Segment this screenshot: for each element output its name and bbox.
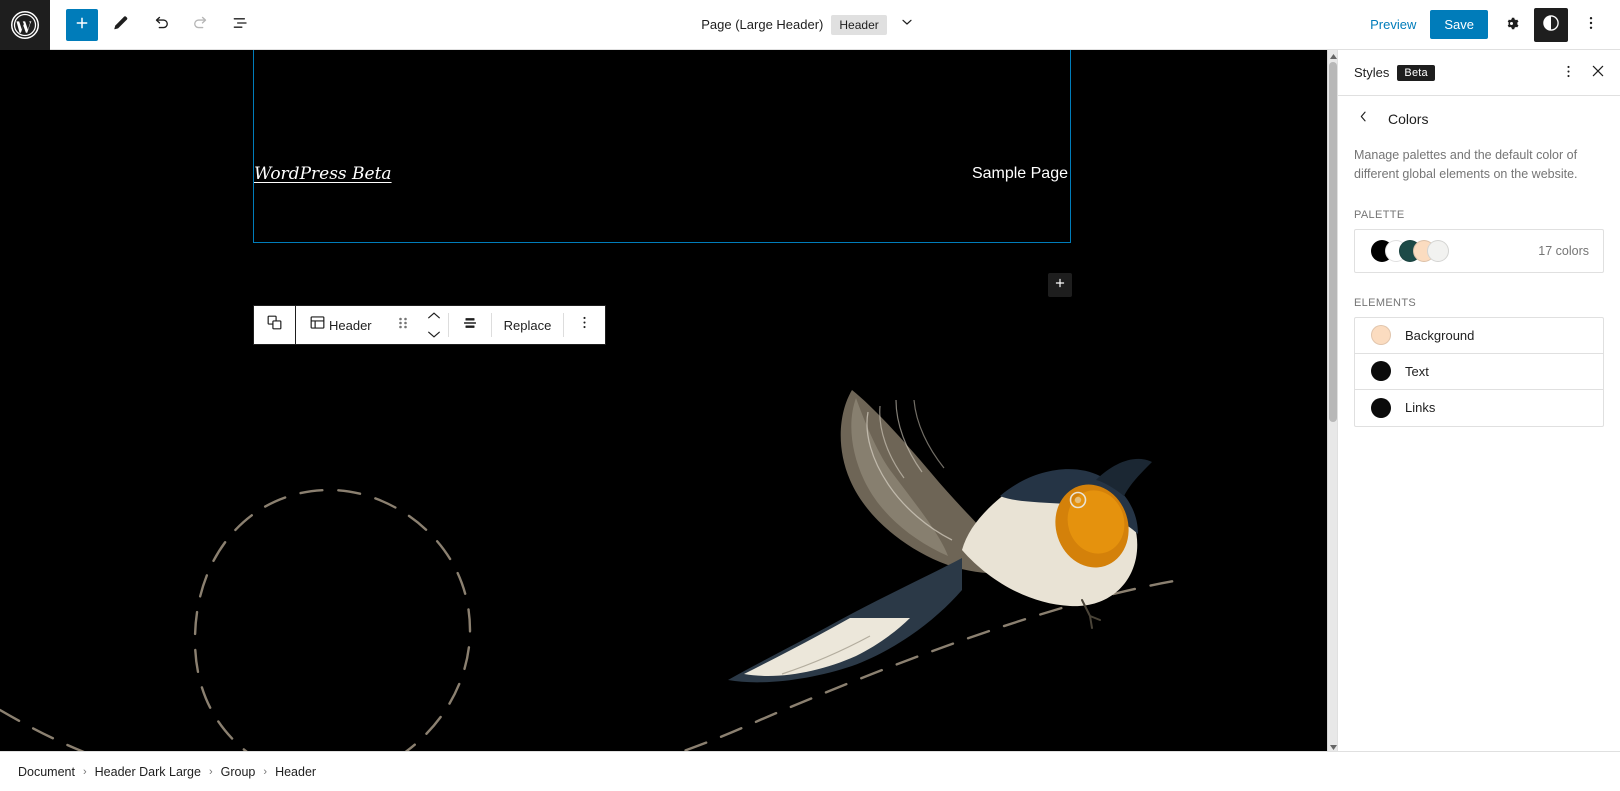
more-vertical-icon [1582, 14, 1600, 35]
color-dot-links [1371, 397, 1391, 418]
styles-sidebar: Styles Beta Colors Manage palettes and t… [1337, 50, 1620, 751]
sidebar-navigation: Colors [1338, 96, 1620, 138]
breadcrumb-item-header-dark-large[interactable]: Header Dark Large [95, 765, 201, 779]
palette-swatches [1371, 239, 1449, 262]
sidebar-description: Manage palettes and the default color of… [1354, 148, 1578, 182]
palette-swatch [1427, 239, 1449, 262]
styles-button[interactable] [1534, 7, 1568, 42]
chevron-up-icon [426, 307, 442, 325]
list-view-icon [231, 13, 251, 36]
sidebar-header-actions [1554, 59, 1612, 87]
undo-icon [151, 13, 171, 36]
contrast-half-circle-icon [1541, 13, 1561, 36]
element-label: Text [1405, 363, 1429, 379]
canvas-content: WordPress Beta Sample Page Header Replac… [0, 50, 1327, 751]
chevron-down-icon [426, 326, 442, 344]
pencil-icon [111, 13, 131, 36]
select-parent-block-icon [265, 313, 284, 337]
header-block-icon [308, 313, 327, 337]
breadcrumb-separator: › [82, 765, 87, 778]
sidebar-close-button[interactable] [1584, 59, 1612, 87]
breadcrumb-separator: › [263, 765, 268, 778]
breadcrumb-bar: Document › Header Dark Large › Group › H… [0, 751, 1620, 791]
palette-count-label: 17 colors [1538, 243, 1589, 258]
redo-icon [191, 13, 211, 36]
document-dropdown-button[interactable] [895, 10, 919, 39]
editor-root: Page (Large Header) Header Preview Save [0, 0, 1620, 791]
element-row-links[interactable]: Links [1355, 390, 1603, 426]
breadcrumb-item-document[interactable]: Document [18, 765, 75, 779]
bird-illustration [728, 390, 1152, 683]
breadcrumb-separator: › [208, 765, 213, 778]
header-artwork [0, 390, 1182, 751]
sidebar-header: Styles Beta [1338, 50, 1620, 96]
vertical-align-button[interactable] [449, 306, 491, 344]
element-label: Links [1405, 400, 1436, 416]
scroll-up-button[interactable] [1328, 50, 1337, 60]
sidebar-back-button[interactable] [1352, 108, 1374, 130]
elements-card: Background Text Links [1354, 316, 1604, 427]
block-toolbar: Header Replace [253, 305, 607, 345]
drag-handle-icon [396, 314, 410, 337]
select-parent-block-button[interactable] [254, 306, 296, 344]
color-dot-text [1371, 361, 1391, 382]
gear-icon [1502, 14, 1521, 36]
sidebar-panel-title: Colors [1388, 111, 1429, 127]
nav-link-sample-page[interactable]: Sample Page [972, 165, 1068, 183]
settings-button[interactable] [1494, 8, 1528, 42]
element-row-background[interactable]: Background [1355, 318, 1603, 354]
palette-card: 17 colors [1354, 228, 1604, 273]
document-title: Page (Large Header) [701, 17, 824, 32]
add-block-button[interactable] [66, 8, 98, 41]
chevron-left-icon [1356, 109, 1371, 129]
elements-section-label: ELEMENTS [1354, 296, 1417, 309]
align-vertical-center-icon [461, 314, 479, 337]
selected-header-block[interactable]: WordPress Beta Sample Page [253, 50, 1071, 243]
block-movers[interactable] [420, 306, 448, 344]
save-button[interactable]: Save [1430, 10, 1488, 39]
element-label: Background [1405, 327, 1475, 343]
triangle-down-icon [1329, 737, 1337, 751]
replace-button[interactable]: Replace [492, 306, 564, 344]
block-options-button[interactable] [564, 306, 605, 344]
editor-canvas[interactable]: WordPress Beta Sample Page Header Replac… [0, 50, 1337, 751]
canvas-scrollbar[interactable] [1327, 50, 1337, 751]
preview-button[interactable]: Preview [1362, 11, 1424, 38]
scrollbar-thumb[interactable] [1329, 62, 1337, 422]
list-view-button[interactable] [224, 8, 258, 42]
block-appender-button[interactable] [1048, 273, 1072, 297]
editor-body: WordPress Beta Sample Page Header Replac… [0, 50, 1620, 751]
element-row-text[interactable]: Text [1355, 354, 1603, 390]
beta-badge: Beta [1397, 64, 1435, 81]
drag-handle-button[interactable] [386, 306, 420, 344]
chevron-down-icon [899, 14, 915, 35]
top-bar-right-tools: Preview Save [1362, 7, 1620, 42]
breadcrumb-item-group[interactable]: Group [221, 765, 256, 779]
sidebar-title: Styles [1354, 65, 1390, 80]
palette-section-label: PALETTE [1354, 208, 1405, 221]
scroll-down-button[interactable] [1328, 741, 1337, 751]
site-title-link[interactable]: WordPress Beta [254, 164, 392, 184]
breadcrumb-item-header[interactable]: Header [275, 765, 316, 779]
palette-row[interactable]: 17 colors [1355, 230, 1603, 272]
color-dot-background [1371, 325, 1391, 346]
tools-pencil-button[interactable] [104, 8, 138, 42]
more-options-button[interactable] [1574, 8, 1608, 42]
block-type-label: Header [329, 317, 372, 333]
block-type-button[interactable]: Header [296, 306, 386, 344]
sidebar-more-button[interactable] [1554, 59, 1582, 87]
plus-icon [1053, 276, 1067, 295]
wordpress-logo-button[interactable] [0, 0, 50, 50]
more-vertical-icon [1560, 63, 1577, 83]
close-icon [1590, 63, 1606, 82]
redo-button[interactable] [184, 8, 218, 42]
document-type-badge: Header [831, 14, 887, 35]
more-vertical-icon [576, 314, 593, 336]
plus-icon [73, 14, 91, 35]
editor-top-bar: Page (Large Header) Header Preview Save [0, 0, 1620, 50]
top-bar-left-tools [50, 8, 258, 42]
wordpress-logo-icon [10, 10, 40, 40]
undo-button[interactable] [144, 8, 178, 42]
